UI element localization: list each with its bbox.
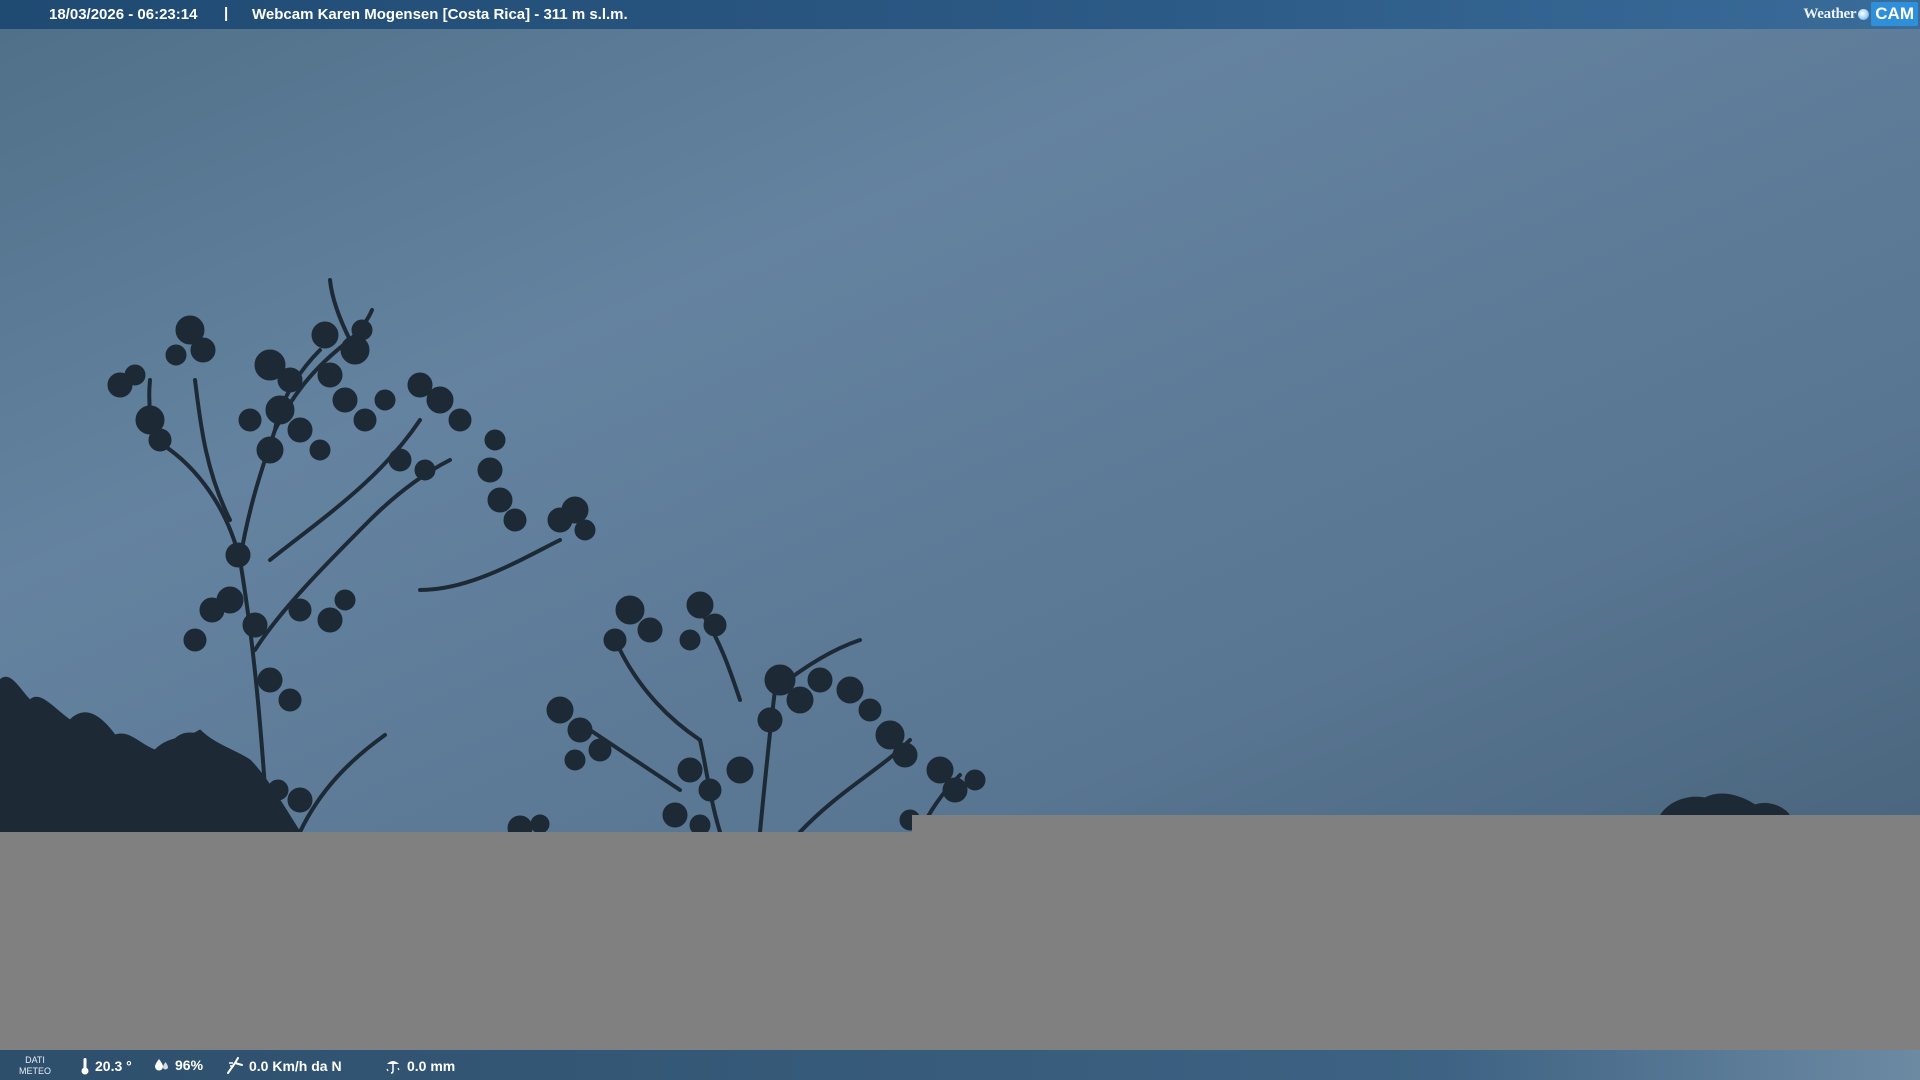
rain-readout: 0.0 mm bbox=[384, 1057, 455, 1075]
wind-readout: 0.0 Km/h da N bbox=[226, 1057, 342, 1075]
dati-meteo-label: DATI METEO bbox=[18, 1055, 51, 1076]
weathercam-logo[interactable]: Weather CAM bbox=[1803, 1, 1918, 27]
humidity-readout: 96% bbox=[154, 1057, 203, 1073]
webcam-image bbox=[0, 0, 1920, 1080]
logo-dot-icon bbox=[1858, 8, 1870, 20]
logo-weather-text: Weather bbox=[1803, 5, 1857, 22]
separator: | bbox=[224, 5, 229, 22]
datetime: 18/03/2026 - 06:23:14 bbox=[49, 6, 198, 23]
thermometer-icon bbox=[81, 1058, 89, 1075]
wind-icon bbox=[227, 1057, 243, 1074]
rain-gauge-icon bbox=[386, 1061, 400, 1074]
temperature-value: 20.3 ° bbox=[95, 1058, 132, 1074]
logo-cam-text: CAM bbox=[1871, 2, 1918, 26]
rain-value: 0.0 mm bbox=[407, 1058, 456, 1074]
weather-data-bar: DATI METEO 20.3 ° 96% 0.0 Km/h da N 0.0 … bbox=[0, 1050, 1920, 1080]
wind-value: 0.0 Km/h da N bbox=[249, 1058, 342, 1074]
webcam-title: Webcam Karen Mogensen [Costa Rica] - 311… bbox=[252, 6, 628, 23]
humidity-icon bbox=[155, 1059, 168, 1071]
temperature-readout: 20.3 ° bbox=[80, 1057, 132, 1075]
header-bar: 18/03/2026 - 06:23:14 | Webcam Karen Mog… bbox=[0, 0, 1920, 29]
humidity-value: 96% bbox=[175, 1057, 204, 1073]
gray-panel bbox=[0, 832, 1920, 1080]
